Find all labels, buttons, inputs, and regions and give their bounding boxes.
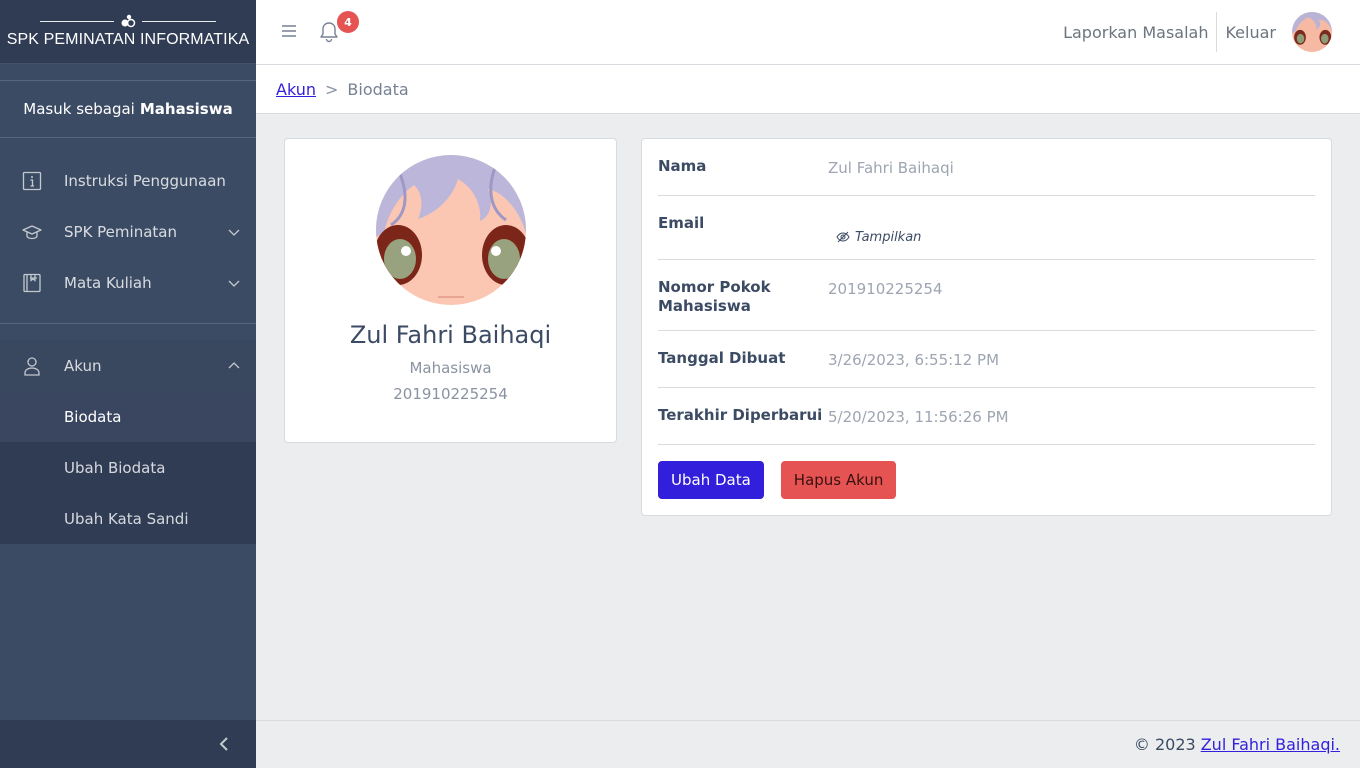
detail-row-created: Tanggal Dibuat 3/26/2023, 6:55:12 PM xyxy=(658,331,1315,388)
chevron-up-icon xyxy=(228,361,240,368)
sidebar: SPK PEMINATAN INFORMATIKA Masuk sebagai … xyxy=(0,0,256,768)
detail-value: Zul Fahri Baihaqi xyxy=(828,159,954,177)
header-actions: Laporkan Masalah Keluar xyxy=(1063,12,1332,52)
eye-slash-icon xyxy=(836,231,850,243)
biodata-card: Nama Zul Fahri Baihaqi Email Tampilkan N… xyxy=(641,138,1332,516)
logout-link[interactable]: Keluar xyxy=(1225,23,1276,42)
header-divider xyxy=(1216,12,1218,52)
profile-avatar-image xyxy=(375,155,526,305)
chevron-left-icon xyxy=(219,737,228,751)
sidebar-item-instruksi[interactable]: Instruksi Penggunaan xyxy=(0,155,256,206)
nav-divider xyxy=(0,323,256,324)
profile-name: Zul Fahri Baihaqi xyxy=(349,321,552,349)
sidebar-item-label: SPK Peminatan xyxy=(64,222,177,241)
info-icon xyxy=(22,171,42,191)
login-role: Mahasiswa xyxy=(139,100,233,118)
brand[interactable]: SPK PEMINATAN INFORMATIKA xyxy=(0,0,256,64)
user-icon xyxy=(22,356,42,376)
sidebar-item-spk-peminatan[interactable]: SPK Peminatan xyxy=(0,206,256,257)
brand-mark-icon xyxy=(121,14,136,28)
login-prefix: Masuk sebagai xyxy=(23,100,135,118)
detail-value: 201910225254 xyxy=(828,280,943,298)
detail-row-email: Email Tampilkan xyxy=(658,196,1315,260)
profile-avatar xyxy=(375,155,526,305)
sidebar-nav: Instruksi Penggunaan SPK Peminatan Mata … xyxy=(0,155,256,544)
graduation-cap-icon xyxy=(22,222,42,242)
sidebar-item-ubah-biodata[interactable]: Ubah Biodata xyxy=(0,442,256,493)
top-header: 4 Laporkan Masalah Keluar xyxy=(256,0,1360,65)
brand-logo xyxy=(40,14,216,28)
profile-nim: 201910225254 xyxy=(393,385,508,403)
notification-badge: 4 xyxy=(337,11,359,33)
delete-account-button[interactable]: Hapus Akun xyxy=(780,461,897,499)
hamburger-menu-icon[interactable] xyxy=(280,22,298,40)
detail-row-nim: Nomor Pokok Mahasiswa 201910225254 xyxy=(658,260,1315,331)
detail-label: Nama xyxy=(658,157,707,175)
detail-row-nama: Nama Zul Fahri Baihaqi xyxy=(658,139,1315,196)
detail-value: 3/26/2023, 6:55:12 PM xyxy=(828,351,1000,369)
profile-card: Zul Fahri Baihaqi Mahasiswa 201910225254 xyxy=(284,138,617,443)
bell-icon[interactable] xyxy=(319,21,339,43)
sidebar-minimize-button[interactable] xyxy=(0,720,256,768)
breadcrumb-separator: > xyxy=(325,79,339,99)
breadcrumb-link-akun[interactable]: Akun xyxy=(276,80,316,99)
show-email-toggle[interactable]: Tampilkan xyxy=(836,215,921,259)
detail-value: 5/20/2023, 11:56:26 PM xyxy=(828,408,1009,426)
show-email-label: Tampilkan xyxy=(855,229,922,245)
avatar-image xyxy=(1292,12,1332,52)
detail-row-updated: Terakhir Diperbarui 5/20/2023, 11:56:26 … xyxy=(658,388,1315,445)
footer: © 2023 Zul Fahri Baihaqi. xyxy=(256,720,1360,768)
breadcrumb-current: Biodata xyxy=(347,79,409,99)
sidebar-item-mata-kuliah[interactable]: Mata Kuliah xyxy=(0,257,256,308)
book-icon xyxy=(22,273,42,293)
akun-submenu: Biodata Ubah Biodata Ubah Kata Sandi xyxy=(0,391,256,544)
edit-data-button[interactable]: Ubah Data xyxy=(658,461,764,499)
avatar[interactable] xyxy=(1292,12,1332,52)
sidebar-item-akun[interactable]: Akun xyxy=(0,340,256,391)
login-status: Masuk sebagai Mahasiswa xyxy=(0,80,256,138)
detail-label: Tanggal Dibuat xyxy=(658,349,786,367)
footer-author-link[interactable]: Zul Fahri Baihaqi. xyxy=(1201,735,1340,754)
profile-role: Mahasiswa xyxy=(409,359,492,377)
sidebar-item-label: Akun xyxy=(64,356,102,375)
sidebar-item-ubah-kata-sandi[interactable]: Ubah Kata Sandi xyxy=(0,493,256,544)
brand-title: SPK PEMINATAN INFORMATIKA xyxy=(6,31,250,48)
sidebar-item-biodata[interactable]: Biodata xyxy=(0,391,256,442)
detail-label: Terakhir Diperbarui xyxy=(658,406,823,424)
detail-label: Nomor Pokok Mahasiswa xyxy=(658,278,771,315)
footer-copyright: © 2023 xyxy=(1133,735,1196,754)
chevron-down-icon xyxy=(228,229,240,236)
report-issue-link[interactable]: Laporkan Masalah xyxy=(1063,23,1208,42)
chevron-down-icon xyxy=(228,280,240,287)
sidebar-item-label: Instruksi Penggunaan xyxy=(64,171,226,190)
detail-label: Email xyxy=(658,214,705,232)
card-actions: Ubah Data Hapus Akun xyxy=(658,461,1315,499)
breadcrumb: Akun > Biodata xyxy=(256,65,1360,114)
sidebar-item-label: Mata Kuliah xyxy=(64,273,152,292)
